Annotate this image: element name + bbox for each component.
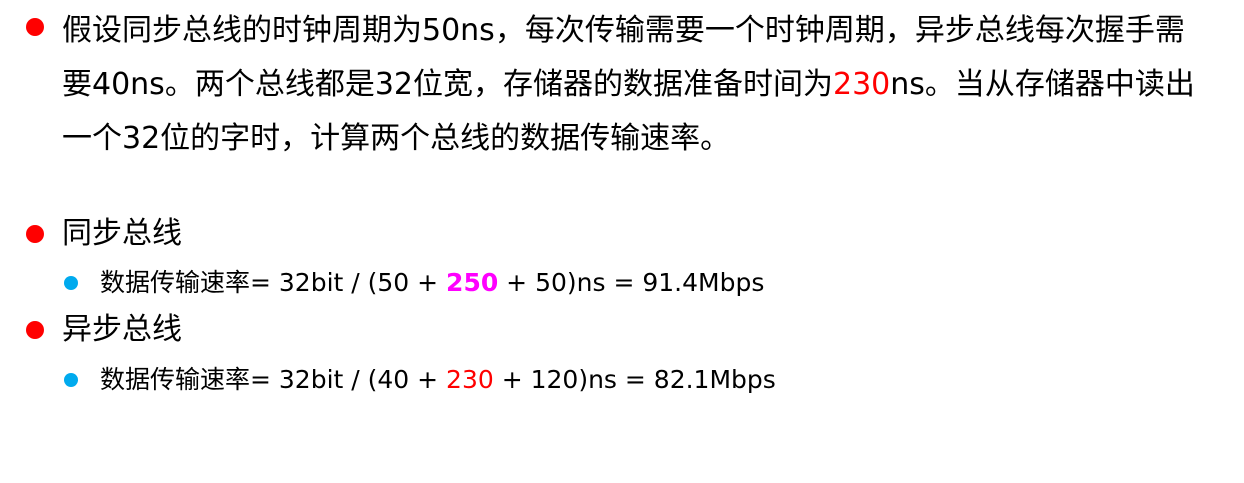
sync-formula: 数据传输速率= 32bit / (50 + 250 + 50)ns = 91.4… (100, 266, 764, 300)
problem-bullet-icon (26, 18, 44, 36)
async-formula-prefix: 数据传输速率= 32bit / (40 + (100, 365, 447, 394)
async-formula-bullet-icon (64, 373, 78, 387)
sync-heading: 同步总线 (62, 216, 182, 251)
sync-formula-suffix: + 50)ns = 91.4Mbps (498, 268, 765, 297)
async-bullet-icon (26, 321, 44, 339)
async-heading: 异步总线 (62, 312, 182, 347)
sync-bullet-icon (26, 225, 44, 243)
sync-formula-prefix: 数据传输速率= 32bit / (50 + (100, 268, 447, 297)
async-formula: 数据传输速率= 32bit / (40 + 230 + 120)ns = 82.… (100, 363, 776, 397)
async-formula-highlight: 230 (446, 365, 494, 394)
sync-formula-bullet-icon (64, 276, 78, 290)
sync-formula-highlight: 250 (446, 268, 499, 297)
slide: 假设同步总线的时钟周期为50ns，每次传输需要一个时钟周期，异步总线每次握手需要… (0, 0, 1244, 483)
async-formula-suffix: + 120)ns = 82.1Mbps (493, 365, 776, 394)
problem-highlight-230: 230 (833, 67, 891, 102)
problem-statement: 假设同步总线的时钟周期为50ns，每次传输需要一个时钟周期，异步总线每次握手需要… (62, 4, 1212, 166)
